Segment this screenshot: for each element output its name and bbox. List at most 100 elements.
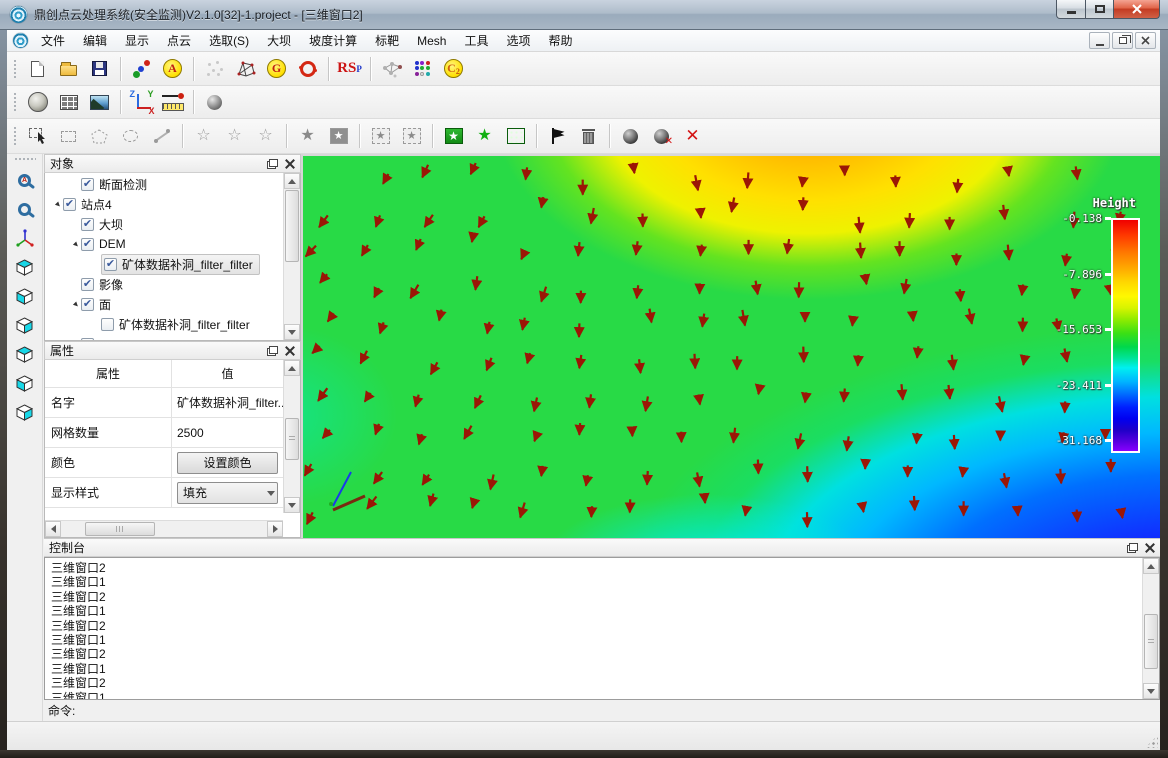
mdi-restore-button[interactable]	[1112, 32, 1133, 49]
scroll-left-button[interactable]	[45, 521, 61, 537]
view-cube-button-2[interactable]	[10, 282, 40, 310]
tree-row[interactable]: ▼✔DEM	[45, 234, 283, 254]
menu-item[interactable]: 点云	[158, 30, 200, 52]
select-inside-button[interactable]: ☆	[188, 122, 219, 150]
scroll-down-button[interactable]	[284, 497, 300, 513]
point-cloud-rgb-button[interactable]	[126, 55, 157, 83]
rect-select-button[interactable]	[53, 122, 84, 150]
object-tree[interactable]: ✔断面检测▼✔站点4✔大坝▼✔DEM✔矿体数据补洞_filter_filter✔…	[45, 174, 283, 340]
tree-row[interactable]: ▼✔面	[45, 294, 283, 314]
grid-view-button[interactable]	[53, 88, 84, 116]
display-style-dropdown[interactable]: 填充	[177, 482, 278, 504]
command-line[interactable]: 命令:	[44, 700, 1160, 721]
toolbar-grip[interactable]	[13, 58, 18, 80]
scroll-thumb[interactable]	[285, 418, 299, 460]
save-project-button[interactable]	[84, 55, 115, 83]
maximize-button[interactable]	[1086, 0, 1114, 19]
view-cube-button-3[interactable]	[10, 311, 40, 339]
tree-checkbox[interactable]: ✔	[63, 198, 76, 211]
resize-grip[interactable]	[1145, 735, 1158, 748]
tree-row[interactable]: ▼✔站点4	[45, 194, 283, 214]
globe-view-button[interactable]	[22, 88, 53, 116]
properties-vscrollbar[interactable]	[283, 360, 300, 513]
zoom-all-button[interactable]: A	[10, 166, 40, 194]
delete-selection-button[interactable]	[573, 122, 604, 150]
properties-hscrollbar[interactable]	[45, 520, 283, 537]
tree-vscrollbar[interactable]	[283, 173, 300, 340]
measure-button[interactable]	[157, 88, 188, 116]
sphere-fit-button[interactable]	[615, 122, 646, 150]
polygon-select-button[interactable]	[84, 122, 115, 150]
lasso-select-button[interactable]	[115, 122, 146, 150]
view-cube-button-1[interactable]	[10, 253, 40, 281]
crop-outside-button[interactable]: ★	[396, 122, 427, 150]
float-panel-icon[interactable]	[1127, 543, 1138, 553]
console-panel-titlebar[interactable]: 控制台	[44, 538, 1160, 557]
close-panel-icon[interactable]	[284, 345, 295, 356]
c2-tool-button[interactable]: C2	[438, 55, 469, 83]
axes-display-button[interactable]: Z Y X	[126, 88, 157, 116]
mdi-close-button[interactable]	[1135, 32, 1156, 49]
console-vscrollbar[interactable]	[1142, 558, 1159, 699]
flag-marker-button[interactable]	[542, 122, 573, 150]
tree-row[interactable]: ✔影像	[45, 274, 283, 294]
menu-item[interactable]: 坡度计算	[300, 30, 366, 52]
selection-frame-button[interactable]: ★	[323, 122, 354, 150]
close-panel-icon[interactable]	[284, 158, 295, 169]
close-panel-icon[interactable]	[1144, 542, 1155, 553]
toolbar-grip[interactable]	[14, 157, 36, 162]
confirm-selection-button[interactable]: ★	[469, 122, 500, 150]
title-bar[interactable]: 鼎创点云处理系统(安全监测)V2.1.0[32]-1.project - [三维…	[0, 0, 1168, 30]
tree-checkbox[interactable]: ✔	[81, 218, 94, 231]
scroll-up-button[interactable]	[284, 173, 300, 189]
float-panel-icon[interactable]	[267, 159, 278, 169]
selection-points-button[interactable]	[500, 122, 531, 150]
image-view-button[interactable]	[84, 88, 115, 116]
set-color-button[interactable]: 设置颜色	[177, 452, 278, 474]
tree-checkbox[interactable]: ✔	[81, 278, 94, 291]
view-cube-button-6[interactable]	[10, 398, 40, 426]
pick-select-button[interactable]	[22, 122, 53, 150]
new-project-button[interactable]	[22, 55, 53, 83]
tree-row[interactable]: ✔	[45, 334, 283, 340]
menu-item[interactable]: 文件	[32, 30, 74, 52]
sphere-remove-button[interactable]: ✕	[646, 122, 677, 150]
objects-panel-titlebar[interactable]: 对象	[44, 154, 301, 173]
g-tool-button[interactable]: G	[261, 55, 292, 83]
circle-target-button[interactable]	[292, 55, 323, 83]
zoom-button[interactable]	[10, 195, 40, 223]
mesh-wireframe-button[interactable]	[230, 55, 261, 83]
menu-item[interactable]: 选取(S)	[200, 30, 258, 52]
float-panel-icon[interactable]	[267, 346, 278, 356]
tree-checkbox[interactable]: ✔	[81, 298, 94, 311]
close-button[interactable]	[1114, 0, 1160, 19]
tree-checkbox[interactable]	[101, 318, 114, 331]
open-project-button[interactable]	[53, 55, 84, 83]
scroll-down-button[interactable]	[284, 324, 300, 340]
menu-item[interactable]: 选项	[497, 30, 539, 52]
tree-checkbox[interactable]: ✔	[81, 238, 94, 251]
menu-item[interactable]: 帮助	[539, 30, 581, 52]
axes-origin-button[interactable]	[10, 224, 40, 252]
registration-button[interactable]	[376, 55, 407, 83]
select-invert-button[interactable]: ☆	[250, 122, 281, 150]
tree-row[interactable]: ✔矿体数据补洞_filter_filter	[45, 254, 283, 274]
scroll-up-button[interactable]	[1143, 558, 1159, 574]
menu-item[interactable]: 显示	[116, 30, 158, 52]
scroll-right-button[interactable]	[267, 521, 283, 537]
scroll-thumb[interactable]	[85, 522, 155, 536]
line-select-button[interactable]	[146, 122, 177, 150]
toolbar-grip[interactable]	[13, 125, 18, 147]
view-cube-button-5[interactable]	[10, 369, 40, 397]
crop-inside-button[interactable]: ★	[365, 122, 396, 150]
view-cube-button-4[interactable]	[10, 340, 40, 368]
sphere-target-button[interactable]	[199, 88, 230, 116]
tree-row[interactable]: 矿体数据补洞_filter_filter	[45, 314, 283, 334]
menu-item[interactable]: 大坝	[258, 30, 300, 52]
mdi-minimize-button[interactable]	[1089, 32, 1110, 49]
menu-item[interactable]: 编辑	[74, 30, 116, 52]
toolbar-grip[interactable]	[13, 91, 18, 113]
select-outside-button[interactable]: ☆	[219, 122, 250, 150]
minimize-button[interactable]	[1056, 0, 1086, 19]
annotation-a-button[interactable]: A	[157, 55, 188, 83]
